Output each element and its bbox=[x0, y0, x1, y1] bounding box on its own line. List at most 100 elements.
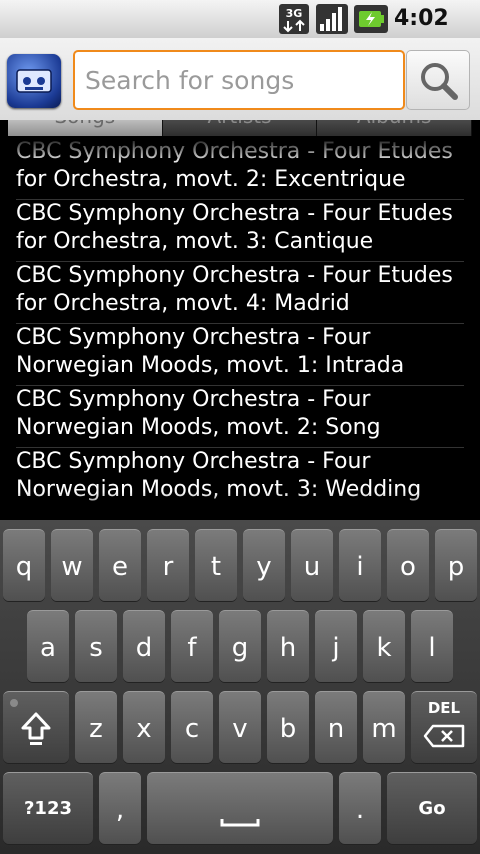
tab-songs-label: Songs bbox=[54, 120, 115, 128]
song-title-line1: CBC Symphony Orchestra - Four bbox=[16, 449, 371, 474]
key-label: z bbox=[89, 714, 103, 744]
key-label: m bbox=[371, 714, 397, 744]
key-label: j bbox=[332, 633, 340, 663]
key-h[interactable]: h bbox=[267, 610, 309, 682]
key-label: g bbox=[231, 633, 249, 663]
key-y[interactable]: y bbox=[243, 529, 285, 601]
key-label: e bbox=[112, 552, 128, 582]
song-list[interactable]: CBC Symphony Orchestra - Four Etudes for… bbox=[0, 136, 480, 520]
key-o[interactable]: o bbox=[387, 529, 429, 601]
soft-keyboard: q w e r t y u i o p a s d f g h j k l z … bbox=[0, 520, 480, 854]
key-n[interactable]: n bbox=[315, 691, 357, 763]
key-v[interactable]: v bbox=[219, 691, 261, 763]
music-app-icon[interactable] bbox=[7, 54, 61, 108]
key-label: x bbox=[136, 714, 152, 744]
song-title-line1: CBC Symphony Orchestra - Four bbox=[16, 387, 371, 412]
song-title-line1: CBC Symphony Orchestra - Four Etudes bbox=[16, 263, 453, 288]
song-title-line2: Norwegian Moods, movt. 2: Song bbox=[16, 415, 381, 440]
key-x[interactable]: x bbox=[123, 691, 165, 763]
key-z[interactable]: z bbox=[75, 691, 117, 763]
key-c[interactable]: c bbox=[171, 691, 213, 763]
key-f[interactable]: f bbox=[171, 610, 213, 682]
song-title-line2: Norwegian Moods, movt. 1: Intrada bbox=[16, 353, 405, 378]
key-label: d bbox=[135, 633, 153, 663]
period-key-label: . bbox=[355, 795, 365, 825]
comma-key[interactable]: , bbox=[99, 772, 141, 844]
list-item[interactable]: CBC Symphony Orchestra - Four Etudes for… bbox=[16, 200, 464, 262]
search-input[interactable] bbox=[73, 50, 405, 110]
3g-data-icon: 3G bbox=[279, 4, 309, 34]
key-label: k bbox=[376, 633, 392, 663]
svg-text:3G: 3G bbox=[286, 7, 303, 20]
go-key-label: Go bbox=[418, 798, 446, 819]
key-label: s bbox=[89, 633, 103, 663]
search-bar bbox=[0, 38, 480, 120]
key-j[interactable]: j bbox=[315, 610, 357, 682]
key-r[interactable]: r bbox=[147, 529, 189, 601]
key-label: u bbox=[303, 552, 321, 582]
key-label: b bbox=[279, 714, 297, 744]
key-label: l bbox=[428, 633, 436, 663]
search-button[interactable] bbox=[406, 50, 470, 110]
key-label: f bbox=[187, 633, 197, 663]
key-e[interactable]: e bbox=[99, 529, 141, 601]
delete-key[interactable]: DEL bbox=[411, 691, 477, 763]
song-title-line2: for Orchestra, movt. 4: Madrid bbox=[16, 291, 350, 316]
tab-songs[interactable]: Songs bbox=[8, 120, 163, 136]
backspace-icon bbox=[423, 724, 465, 748]
key-k[interactable]: k bbox=[363, 610, 405, 682]
battery-charging-icon bbox=[354, 5, 388, 33]
tab-albums-label: Albums bbox=[357, 120, 432, 128]
shift-key[interactable] bbox=[3, 691, 69, 763]
key-label: p bbox=[447, 552, 465, 582]
key-b[interactable]: b bbox=[267, 691, 309, 763]
song-title-line1: CBC Symphony Orchestra - Four bbox=[16, 325, 371, 350]
key-label: w bbox=[61, 552, 83, 582]
key-q[interactable]: q bbox=[3, 529, 45, 601]
key-label: h bbox=[279, 633, 297, 663]
key-t[interactable]: t bbox=[195, 529, 237, 601]
key-m[interactable]: m bbox=[363, 691, 405, 763]
cassette-icon bbox=[16, 69, 52, 93]
go-key[interactable]: Go bbox=[387, 772, 477, 844]
key-u[interactable]: u bbox=[291, 529, 333, 601]
key-label: r bbox=[162, 552, 174, 582]
symbols-key[interactable]: ?123 bbox=[3, 772, 93, 844]
list-item[interactable]: CBC Symphony Orchestra - Four Norwegian … bbox=[16, 386, 464, 448]
period-key[interactable]: . bbox=[339, 772, 381, 844]
list-item[interactable]: CBC Symphony Orchestra - Four Norwegian … bbox=[16, 448, 464, 510]
key-d[interactable]: d bbox=[123, 610, 165, 682]
song-title-line2: Norwegian Moods, movt. 3: Wedding bbox=[16, 477, 422, 502]
key-i[interactable]: i bbox=[339, 529, 381, 601]
key-label: q bbox=[15, 552, 33, 582]
song-title-line1: CBC Symphony Orchestra - Four Etudes bbox=[16, 201, 453, 226]
spacebar-icon bbox=[220, 819, 260, 827]
key-label: o bbox=[400, 552, 416, 582]
key-label: y bbox=[256, 552, 272, 582]
magnifier-icon bbox=[421, 63, 458, 100]
status-bar: 3G 4:02 AM bbox=[0, 0, 480, 54]
key-label: a bbox=[40, 633, 56, 663]
shift-icon bbox=[10, 699, 51, 745]
tab-artists[interactable]: Artists bbox=[162, 120, 318, 136]
comma-key-label: , bbox=[115, 795, 125, 825]
tab-albums[interactable]: Albums bbox=[317, 120, 472, 136]
list-item[interactable]: CBC Symphony Orchestra - Four Etudes for… bbox=[16, 138, 464, 200]
song-title-line2: for Orchestra, movt. 3: Cantique bbox=[16, 229, 374, 254]
song-title-line1: CBC Symphony Orchestra - Four Etudes bbox=[16, 139, 453, 164]
key-a[interactable]: a bbox=[27, 610, 69, 682]
key-label: c bbox=[184, 714, 200, 744]
tab-artists-label: Artists bbox=[208, 120, 272, 128]
key-label: t bbox=[210, 552, 222, 582]
symbols-key-label: ?123 bbox=[23, 798, 72, 819]
key-w[interactable]: w bbox=[51, 529, 93, 601]
key-label: i bbox=[356, 552, 364, 582]
key-label: n bbox=[327, 714, 345, 744]
list-item[interactable]: CBC Symphony Orchestra - Four Norwegian … bbox=[16, 324, 464, 386]
list-item[interactable]: CBC Symphony Orchestra - Four Etudes for… bbox=[16, 262, 464, 324]
key-label: v bbox=[232, 714, 248, 744]
key-g[interactable]: g bbox=[219, 610, 261, 682]
space-key[interactable] bbox=[147, 772, 333, 844]
key-s[interactable]: s bbox=[75, 610, 117, 682]
key-p[interactable]: p bbox=[435, 529, 477, 601]
